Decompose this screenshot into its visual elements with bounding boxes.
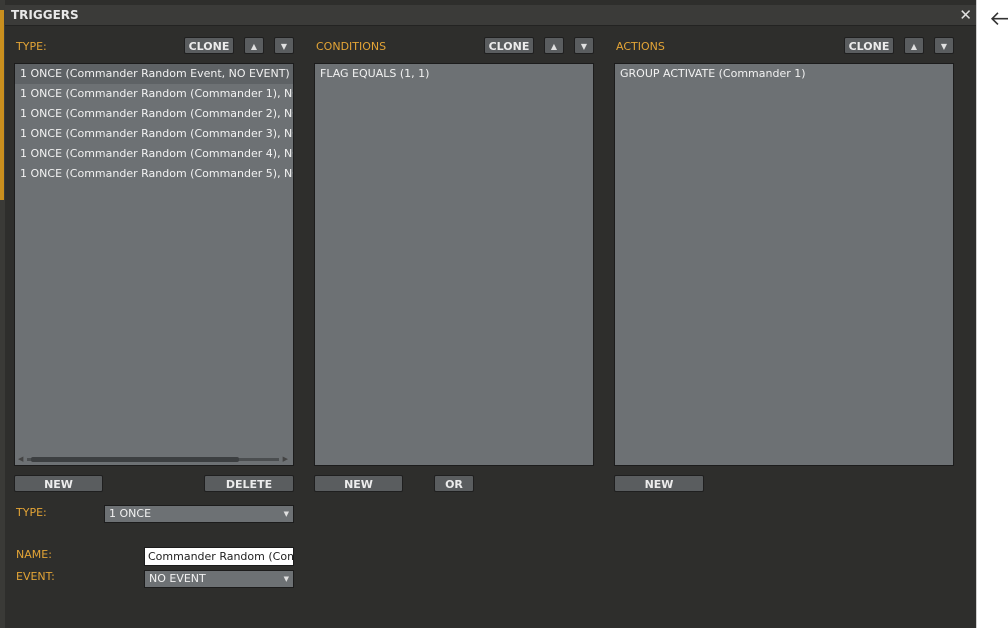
type-move-up-icon[interactable]: ▲ <box>244 37 264 54</box>
actions-list[interactable]: GROUP ACTIVATE (Commander 1) <box>614 63 954 466</box>
list-item[interactable]: 1 ONCE (Commander Random (Commander 3), … <box>15 124 293 144</box>
scrollbar-thumb[interactable] <box>31 457 239 462</box>
type-field-label: TYPE: <box>16 506 47 519</box>
list-item[interactable]: 1 ONCE (Commander Random Event, NO EVENT… <box>15 64 293 84</box>
new-action-button[interactable]: NEW <box>614 475 704 492</box>
back-arrow-icon[interactable]: 🡐 <box>989 6 1008 30</box>
chevron-down-icon: ▼ <box>283 510 289 518</box>
name-field-label: NAME: <box>16 548 52 561</box>
list-item[interactable]: GROUP ACTIVATE (Commander 1) <box>615 64 953 84</box>
actions-clone-button[interactable]: CLONE <box>844 37 894 54</box>
conditions-list[interactable]: FLAG EQUALS (1, 1) <box>314 63 594 466</box>
type-dropdown-value: 1 ONCE <box>109 507 152 520</box>
new-condition-button[interactable]: NEW <box>314 475 403 492</box>
left-edge-strip <box>0 0 5 628</box>
list-item[interactable]: 1 ONCE (Commander Random (Commander 5), … <box>15 164 293 184</box>
name-input[interactable]: Commander Random (Commander 1) <box>144 547 294 566</box>
type-clone-button[interactable]: CLONE <box>184 37 234 54</box>
actions-label: ACTIONS <box>616 40 665 53</box>
new-trigger-button[interactable]: NEW <box>14 475 103 492</box>
actions-move-down-icon[interactable]: ▼ <box>934 37 954 54</box>
type-list-label: TYPE: <box>16 40 47 53</box>
chevron-down-icon: ▼ <box>283 575 289 583</box>
type-move-down-icon[interactable]: ▼ <box>274 37 294 54</box>
list-item[interactable]: FLAG EQUALS (1, 1) <box>315 64 593 84</box>
event-dropdown[interactable]: NO EVENT ▼ <box>144 570 294 588</box>
event-dropdown-value: NO EVENT <box>149 572 206 585</box>
window-title: TRIGGERS <box>11 8 79 22</box>
or-condition-button[interactable]: OR <box>434 475 474 492</box>
side-panel-edge: 🡐 <box>976 0 1008 628</box>
scroll-left-icon[interactable]: ◀ <box>18 455 23 463</box>
title-bar[interactable]: TRIGGERS ✕ <box>5 5 976 26</box>
triggers-window: TRIGGERS ✕ TYPE: CLONE ▲ ▼ 1 ONCE (Comma… <box>0 0 976 628</box>
delete-trigger-button[interactable]: DELETE <box>204 475 294 492</box>
event-field-label: EVENT: <box>16 570 55 583</box>
accent-bar <box>0 10 4 200</box>
conditions-move-up-icon[interactable]: ▲ <box>544 37 564 54</box>
conditions-clone-button[interactable]: CLONE <box>484 37 534 54</box>
horizontal-scrollbar[interactable]: ◀ ▶ <box>17 455 289 463</box>
list-item[interactable]: 1 ONCE (Commander Random (Commander 4), … <box>15 144 293 164</box>
type-dropdown[interactable]: 1 ONCE ▼ <box>104 505 294 523</box>
conditions-move-down-icon[interactable]: ▼ <box>574 37 594 54</box>
close-icon[interactable]: ✕ <box>959 6 972 24</box>
list-item[interactable]: 1 ONCE (Commander Random (Commander 1), … <box>15 84 293 104</box>
conditions-label: CONDITIONS <box>316 40 387 53</box>
triggers-list[interactable]: 1 ONCE (Commander Random Event, NO EVENT… <box>14 63 294 466</box>
list-item[interactable]: 1 ONCE (Commander Random (Commander 2), … <box>15 104 293 124</box>
actions-move-up-icon[interactable]: ▲ <box>904 37 924 54</box>
scroll-right-icon[interactable]: ▶ <box>283 455 288 463</box>
